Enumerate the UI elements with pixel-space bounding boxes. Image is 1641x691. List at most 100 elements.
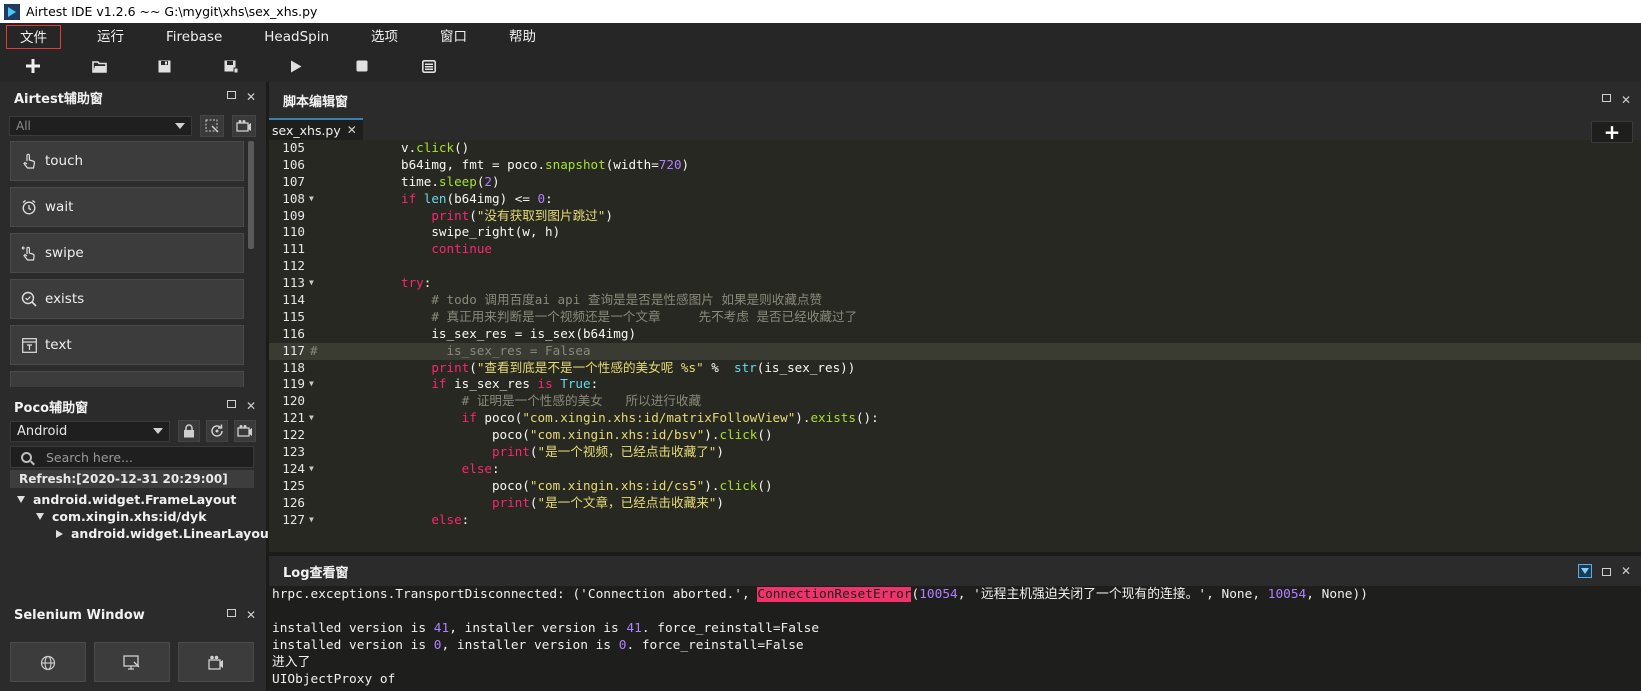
close-panel-icon[interactable]: ✕ [246,608,256,622]
poco-record-button[interactable] [234,420,256,442]
code-line[interactable]: 116 is_sex_res = is_sex(b64img) [269,326,1641,343]
api-item-wait[interactable]: wait [10,187,244,227]
code-line[interactable]: 117 # is_sex_res = Falsea [269,342,1641,360]
code-text: else: [431,511,470,527]
code-line[interactable]: 108 ▼ if len(b64img) <= 0: [269,191,1641,208]
snapshot-rect-button[interactable] [200,115,224,137]
refresh-button[interactable] [206,420,228,442]
tree-node[interactable]: com.xingin.xhs:id/dyk [14,508,275,525]
menu-file[interactable]: 文件 [6,24,61,49]
poco-panel-header: Poco辅助窗 ✕ [0,393,266,419]
code-line[interactable]: 121 ▼ if poco("com.xingin.xhs:id/matrixFo… [269,410,1641,427]
line-number: 125 [282,477,305,493]
ui-search-input[interactable]: Search here... [10,446,254,468]
save-button[interactable] [154,52,220,80]
code-line[interactable]: 105 v.click() [269,140,1641,157]
code-line[interactable]: 112 [269,258,1641,275]
poco-panel-title: Poco辅助窗 [14,400,89,416]
api-item-swipe[interactable]: swipe [10,233,244,273]
collapse-arrow-icon[interactable] [56,529,63,538]
code-line[interactable]: 126 print("是一个文章，已经点击收藏来") [269,495,1641,512]
code-line[interactable]: 107 time.sleep(2) [269,174,1641,191]
api-list-scrollbar[interactable] [248,141,254,249]
code-line[interactable]: 120 # 证明是一个性感的美女 所以进行收藏 [269,393,1641,410]
chevron-down-icon [153,428,163,434]
api-item-label: wait [45,199,74,215]
code-line[interactable]: 124 ▼ else: [269,461,1641,478]
log-line: installed version is 41, installer versi… [272,621,820,636]
code-text: else: [461,460,500,476]
expand-arrow-icon[interactable] [17,496,25,503]
api-item-exists[interactable]: exists [10,279,244,319]
selenium-panel-title: Selenium Window [14,607,145,623]
run-button[interactable] [286,52,352,80]
log-line: 进入了 [272,655,311,670]
code-line[interactable]: 109 print("没有获取到图片跳过") [269,208,1641,225]
expand-arrow-icon[interactable] [36,513,44,520]
selenium-record-button[interactable] [178,642,254,682]
new-button[interactable] [22,52,88,80]
lock-button[interactable] [178,420,200,442]
close-tab-icon[interactable]: ✕ [347,123,357,137]
code-area[interactable]: 105 v.click() 106 b64img, fmt = poco.snap… [269,140,1641,552]
log-button[interactable] [418,52,484,80]
line-number: 117 [282,342,305,358]
line-number: 121 [282,410,305,426]
open-button[interactable] [88,52,154,80]
tree-node[interactable]: android.widget.LinearLayout [14,525,275,542]
tree-node[interactable]: android.widget.FrameLayout [14,491,275,508]
script-editor-panel: 脚本编辑窗 ✕ sex_xhs.py ✕ + 105 v.click() 106 … [269,82,1641,552]
float-panel-icon[interactable] [1601,568,1611,576]
close-panel-icon[interactable]: ✕ [1621,93,1631,107]
toolbar [0,50,1641,82]
code-line[interactable]: 106 b64img, fmt = poco.snapshot(width=72… [269,157,1641,174]
api-item-text[interactable]: text [10,325,244,365]
save-as-button[interactable] [220,52,286,80]
menu-firebase[interactable]: Firebase [146,25,244,49]
menu-options[interactable]: 选项 [351,25,420,49]
menu-run[interactable]: 运行 [77,25,146,49]
code-line[interactable]: 123 print("是一个视频，已经点击收藏了") [269,444,1641,461]
code-line[interactable]: 110 swipe_right(w, h) [269,224,1641,241]
float-panel-icon[interactable] [226,91,236,99]
code-line[interactable]: 119 ▼ if is_sex_res is True: [269,376,1641,393]
stop-button[interactable] [352,52,418,80]
search-icon [21,451,32,463]
code-line[interactable]: 113 ▼ try: [269,275,1641,292]
selenium-browser-button[interactable] [10,642,86,682]
filter-icon[interactable] [1577,564,1592,578]
code-line[interactable]: 125 poco("com.xingin.xhs:id/cs5").click(… [269,478,1641,495]
code-line[interactable]: 115 # 真正用来判断是一个视频还是一个文章 先不考虑 是否已经收藏过了 [269,309,1641,326]
code-line[interactable]: 111 continue [269,241,1641,258]
menu-headspin[interactable]: HeadSpin [244,25,351,49]
airtest-panel: Airtest辅助窗 ✕ All touch wait swipe exists… [0,82,266,387]
poco-controls: Android [10,420,256,442]
code-line[interactable]: 122 poco("com.xingin.xhs:id/bsv").click(… [269,427,1641,444]
platform-select[interactable]: Android [10,420,170,442]
float-panel-icon[interactable] [226,400,236,408]
code-text: print("查看到底是不是一个性感的美女呢 %s" % str(is_sex_… [431,359,856,375]
close-panel-icon[interactable]: ✕ [246,399,256,413]
api-item-label: text [45,337,72,353]
float-panel-icon[interactable] [1601,94,1611,102]
api-filter-select[interactable]: All [9,116,192,136]
record-button[interactable] [232,115,256,137]
log-output[interactable]: hrpc.exceptions.TransportDisconnected: (… [272,586,1368,688]
code-line[interactable]: 114 # todo 调用百度ai api 查询是是否是性感图片 如果是则收藏点… [269,292,1641,309]
tab-sex-xhs[interactable]: sex_xhs.py ✕ [269,118,363,140]
menu-window[interactable]: 窗口 [420,25,489,49]
api-item-partial[interactable] [10,371,244,387]
search-placeholder: Search here... [46,449,134,465]
code-text: # todo 调用百度ai api 查询是是否是性感图片 如果是则收藏点赞 [431,292,823,308]
close-panel-icon[interactable]: ✕ [246,90,256,104]
api-item-label: swipe [45,245,84,261]
code-line[interactable]: 127 ▼ else: [269,512,1641,529]
api-item-touch[interactable]: touch [10,141,244,181]
float-panel-icon[interactable] [226,609,236,617]
code-text: continue [431,241,492,257]
close-panel-icon[interactable]: ✕ [1621,564,1631,578]
code-text: poco("com.xingin.xhs:id/cs5").click() [310,477,773,493]
selenium-window-button[interactable] [94,642,170,682]
code-line[interactable]: 118 print("查看到底是不是一个性感的美女呢 %s" % str(is_… [269,360,1641,377]
menu-help[interactable]: 帮助 [489,25,558,49]
